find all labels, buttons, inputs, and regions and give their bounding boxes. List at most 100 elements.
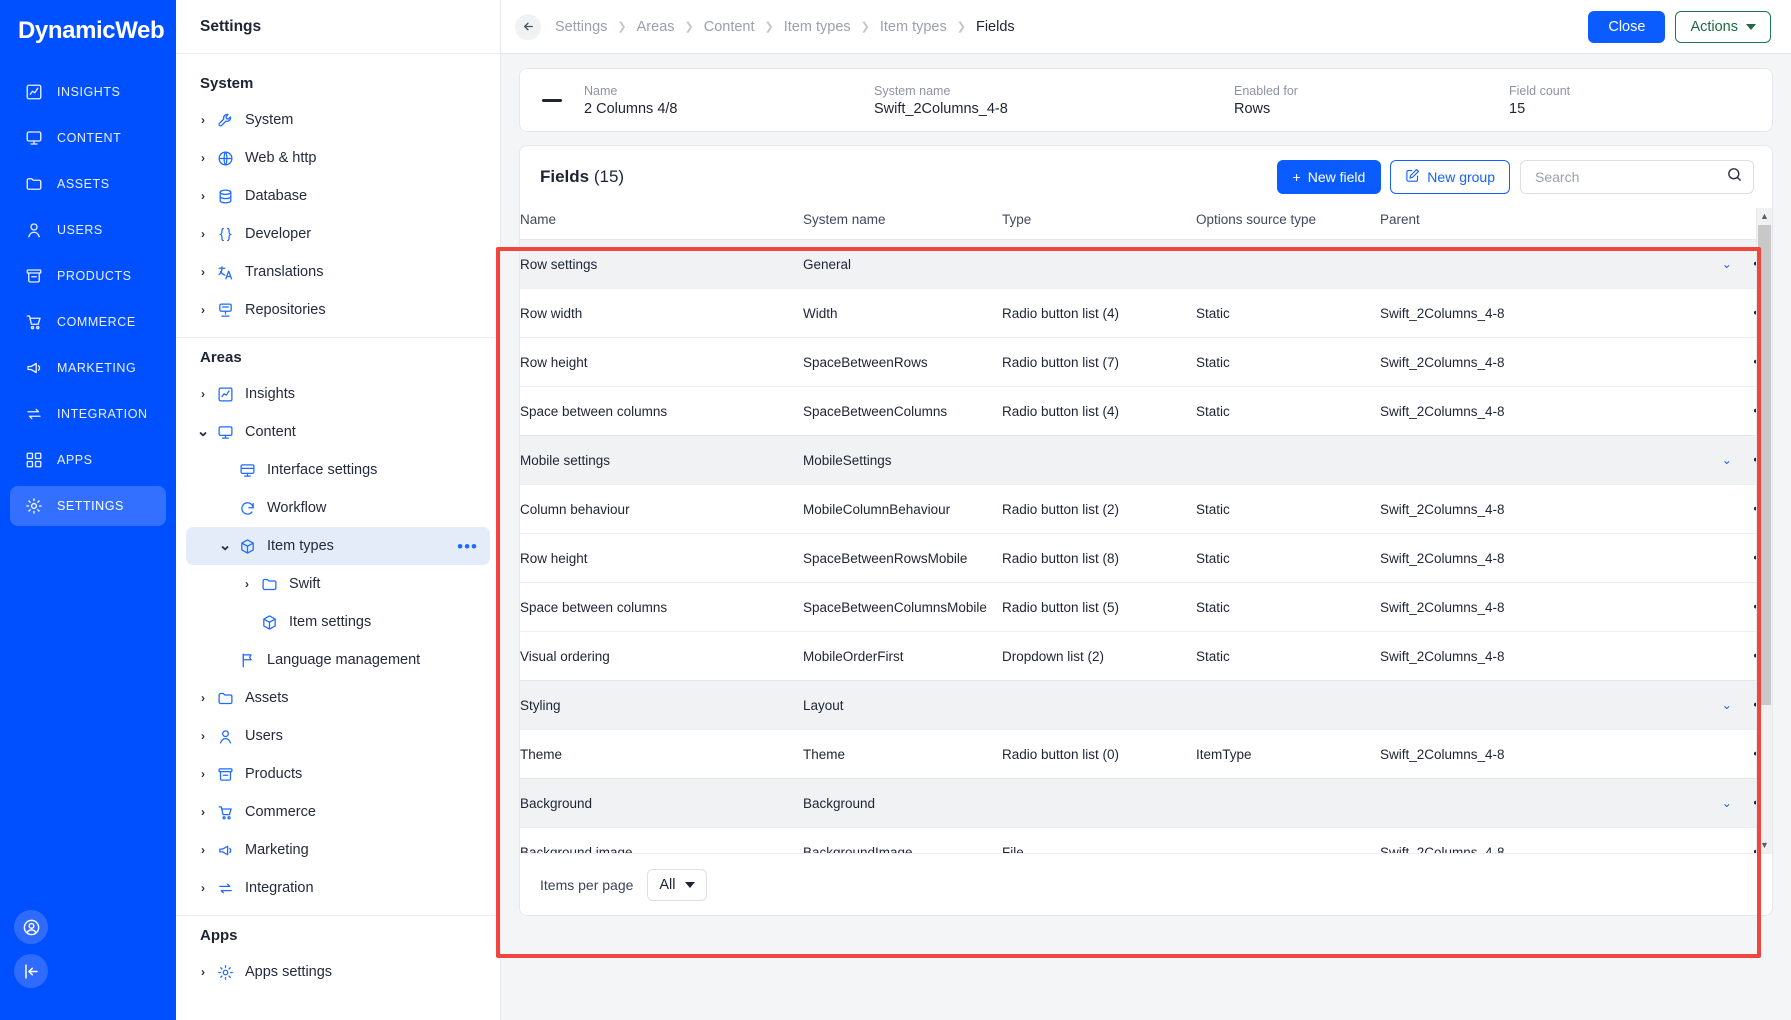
sidebar-item-system[interactable]: › System (186, 101, 490, 139)
table-row[interactable]: Column behaviour MobileColumnBehaviour Rad… (520, 484, 1772, 534)
chevron-right-icon[interactable]: › (192, 151, 214, 165)
chevron-right-icon[interactable]: › (192, 691, 214, 705)
sidebar-item-language-management[interactable]: ›Language management (186, 641, 490, 679)
collapse-left-icon[interactable] (14, 954, 48, 988)
search-box[interactable] (1520, 160, 1754, 194)
cell-system-name: SpaceBetweenRows (803, 354, 928, 370)
chevron-down-icon[interactable]: ⌄ (1722, 698, 1734, 712)
table-row[interactable]: Row height SpaceBetweenRowsMobile Radio bu… (520, 533, 1772, 583)
chevron-right-icon[interactable]: › (236, 577, 258, 591)
breadcrumb-item-settings[interactable]: Settings (555, 19, 607, 35)
sidebar-item-database[interactable]: › Database (186, 177, 490, 215)
chevron-right-icon[interactable]: › (192, 227, 214, 241)
sidebar-item-products[interactable]: › Products (186, 755, 490, 793)
chevron-right-icon[interactable]: › (192, 881, 214, 895)
cell-system-name: BackgroundImage (803, 844, 913, 854)
table-row[interactable]: Row height SpaceBetweenRows Radio button l… (520, 337, 1772, 387)
sidebar-item-repositories[interactable]: › Repositories (186, 291, 490, 329)
chevron-up-icon[interactable]: ▲ (1757, 208, 1772, 224)
chevron-right-icon[interactable]: › (192, 303, 214, 317)
sidebar-item-commerce[interactable]: › Commerce (186, 793, 490, 831)
sidebar-item-users[interactable]: › Users (186, 717, 490, 755)
table-row[interactable]: Background image BackgroundImage File Swift… (520, 827, 1772, 854)
summary-value: 15 (1509, 100, 1526, 117)
more-horizontal-icon[interactable]: ••• (457, 538, 478, 555)
new-group-button[interactable]: New group (1390, 160, 1510, 194)
table-row[interactable]: Visual ordering MobileOrderFirst Dropdown … (520, 631, 1772, 681)
chevron-right-icon[interactable]: › (192, 843, 214, 857)
chevron-right-icon[interactable]: › (192, 805, 214, 819)
table-vertical-scrollbar[interactable]: ▲ ▼ (1756, 208, 1772, 853)
chevron-right-icon[interactable]: › (192, 387, 214, 401)
sidebar-item-developer[interactable]: › Developer (186, 215, 490, 253)
cell-system-name: Background (803, 795, 876, 811)
table-row[interactable]: Space between columns SpaceBetweenColumns… (520, 386, 1772, 436)
sidebar-item-insights[interactable]: › Insights (186, 375, 490, 413)
rail-item-apps[interactable]: APPS (10, 440, 166, 480)
rail-item-assets[interactable]: ASSETS (10, 164, 166, 204)
chevron-down-icon[interactable]: ⌄ (1722, 453, 1734, 467)
sidebar-item-web-http[interactable]: › Web & http (186, 139, 490, 177)
field-group-row[interactable]: BackgroundBackground⌄••• (520, 778, 1772, 828)
actions-button[interactable]: Actions (1675, 10, 1771, 43)
chevron-down-icon[interactable]: ▼ (1757, 837, 1772, 853)
sidebar-item-integration[interactable]: › Integration (186, 869, 490, 907)
chevron-right-icon[interactable]: › (192, 965, 214, 979)
sidebar-item-content[interactable]: ⌄ Content (186, 413, 490, 451)
gear-icon (214, 964, 236, 981)
sidebar-item-item-settings[interactable]: ›Item settings (186, 603, 490, 641)
sidebar-item-interface-settings[interactable]: ›Interface settings (186, 451, 490, 489)
table-row[interactable]: Space between columns SpaceBetweenColumns… (520, 582, 1772, 632)
breadcrumb-item-fields: Fields (975, 18, 1015, 35)
rail-item-marketing[interactable]: MARKETING (10, 348, 166, 388)
sidebar-item-assets[interactable]: › Assets (186, 679, 490, 717)
summary-label: System name (874, 83, 951, 98)
table-row[interactable]: Theme Theme Radio button list (0) ItemType S… (520, 729, 1772, 779)
close-button[interactable]: Close (1588, 10, 1666, 43)
breadcrumb-item-content[interactable]: Content (704, 19, 755, 35)
rail-item-users[interactable]: USERS (10, 210, 166, 250)
sidebar-item-item-types[interactable]: ⌄ Item types ••• (186, 527, 490, 565)
field-group-row[interactable]: StylingLayout⌄••• (520, 680, 1772, 730)
arrow-left-icon[interactable] (515, 13, 541, 40)
sidebar-item-apps-settings[interactable]: › Apps settings (186, 953, 490, 991)
search-icon[interactable] (1726, 166, 1743, 188)
table-row[interactable]: Row width Width Radio button list (4) Stati… (520, 288, 1772, 338)
new-field-button[interactable]: + New field (1276, 160, 1382, 194)
field-group-row[interactable]: Row settingsGeneral⌄••• (520, 239, 1772, 289)
rail-item-integration[interactable]: INTEGRATION (10, 394, 166, 434)
collapse-dash-icon[interactable] (542, 98, 562, 102)
chevron-right-icon[interactable]: › (192, 265, 214, 279)
cell-name: Theme (520, 746, 563, 762)
chevron-right-icon[interactable]: › (192, 189, 214, 203)
sidebar-item-workflow[interactable]: ›Workflow (186, 489, 490, 527)
breadcrumb-item-areas[interactable]: Areas (637, 19, 675, 35)
cell-options-source-type: Static (1196, 354, 1230, 370)
chevron-down-icon[interactable]: ⌄ (1722, 257, 1734, 271)
chevron-right-icon[interactable]: › (192, 767, 214, 781)
sidebar-item-swift[interactable]: › Swift (186, 565, 490, 603)
account-circle-icon[interactable] (14, 910, 48, 944)
chevron-down-icon[interactable]: ⌄ (214, 538, 236, 553)
cell-name: Visual ordering (520, 648, 610, 664)
search-input[interactable] (1533, 168, 1726, 186)
sidebar-item-translations[interactable]: › Translations (186, 253, 490, 291)
rail-item-products[interactable]: PRODUCTS (10, 256, 166, 296)
breadcrumb: Settings ❯ Areas ❯ Content ❯ Item types ❯ Item t… (555, 19, 1015, 35)
items-per-page-select[interactable]: All (647, 868, 707, 901)
sidebar-item-marketing[interactable]: › Marketing (186, 831, 490, 869)
chevron-right-icon[interactable]: › (192, 113, 214, 127)
rail-item-insights[interactable]: INSIGHTS (10, 72, 166, 112)
summary-col-system-name: System name Swift_2Columns_4-8 (874, 84, 1234, 117)
rail-item-settings[interactable]: SETTINGS (10, 486, 166, 526)
breadcrumb-item-item-types[interactable]: Item types (880, 19, 947, 35)
field-group-row[interactable]: Mobile settingsMobileSettings⌄••• (520, 435, 1772, 485)
breadcrumb-item-item-types[interactable]: Item types (784, 19, 851, 35)
chevron-down-icon[interactable]: ⌄ (1722, 796, 1734, 810)
chevron-down-icon[interactable]: ⌄ (192, 424, 214, 439)
rail-item-commerce[interactable]: COMMERCE (10, 302, 166, 342)
chevron-right-icon[interactable]: › (192, 729, 214, 743)
rail-item-content[interactable]: CONTENT (10, 118, 166, 158)
scrollbar-thumb[interactable] (1758, 225, 1771, 705)
workflow-icon (236, 500, 258, 517)
